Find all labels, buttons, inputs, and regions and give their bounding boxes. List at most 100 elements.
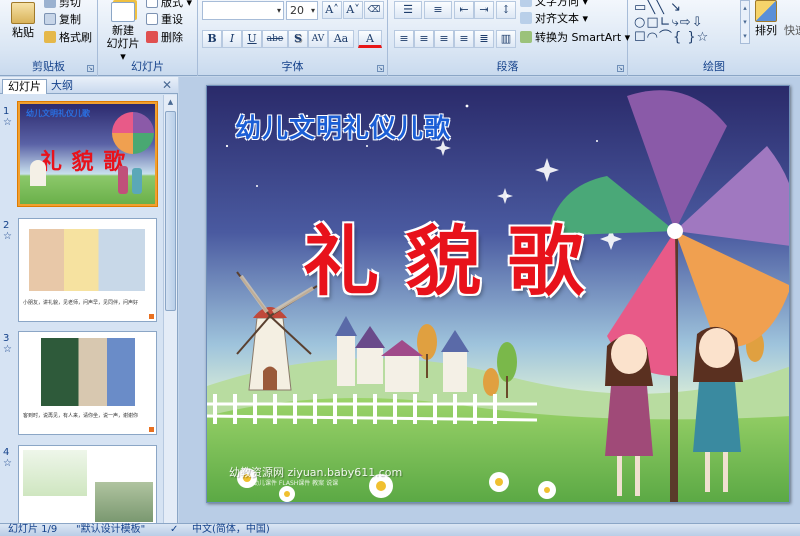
thumb-number-3-text: 3 [3, 333, 10, 344]
new-slide-icon [111, 2, 135, 22]
distribute-button[interactable]: ≣ [474, 30, 494, 48]
thumbnail-scrollbar[interactable]: ▲ [163, 95, 177, 523]
chevron-down-icon: ▾ [310, 6, 315, 15]
new-slide-button[interactable]: 新建 幻灯片 ▾ [102, 2, 144, 63]
font-size-value: 20 [290, 4, 304, 17]
font-color-button[interactable]: A [358, 30, 382, 48]
align-center-button[interactable]: ≡ [414, 30, 434, 48]
status-language[interactable]: 中文(简体，中国) [192, 524, 270, 536]
status-bar: 幻灯片 1/9 "默认设计模板" ✓ 中文(简体，中国) [0, 523, 800, 536]
paste-button[interactable]: 粘贴 [6, 2, 40, 39]
reset-button[interactable]: 重设 [146, 12, 183, 28]
illustration-image [23, 450, 87, 496]
change-case-button[interactable]: Aa [328, 30, 354, 48]
strikethrough-button[interactable]: abe [262, 30, 288, 48]
scroll-thumb[interactable] [165, 111, 176, 311]
font-name-combo[interactable]: ▾ [202, 1, 284, 20]
bold-button[interactable]: B [202, 30, 222, 48]
tab-outline[interactable]: 大纲 [46, 79, 78, 94]
thumb-slide-4[interactable] [18, 445, 157, 525]
quick-styles-button[interactable]: 快速 [784, 24, 800, 37]
clear-format-icon[interactable]: ⌫ [364, 1, 384, 19]
text-direction-label: 文字方向 ▾ [535, 0, 589, 8]
slides-pane: 幻灯片 大纲 ✕ 1 ☆ 幼儿文明礼仪儿歌 礼 貌 歌 2 ☆ 小朋友，讲礼貌，见老… [0, 77, 178, 525]
columns-button[interactable]: ▥ [496, 30, 516, 48]
cut-button[interactable]: 剪切 [44, 0, 81, 11]
shapes-gallery[interactable]: ▭╲╲ ↘ ○□∟⤷⇨⇩ ☐◠⌒{ }☆ [634, 0, 738, 44]
pinwheel-icon [112, 112, 154, 154]
shadow-button[interactable]: S [288, 30, 308, 48]
thumb-slide-2[interactable]: 小朋友，讲礼貌，见老师，问声早，见同伴，问声好 [18, 218, 157, 322]
char-spacing-button[interactable]: AV [308, 30, 328, 48]
current-slide[interactable]: 幼儿文明礼仪儿歌 礼 貌 歌 幼教资源网 ziyuan.baby611.com … [206, 85, 790, 503]
chevron-down-icon: ▾ [276, 6, 281, 15]
numbering-button[interactable]: ≡ [424, 1, 452, 19]
slide-subtitle[interactable]: 幼儿文明礼仪儿歌 [235, 108, 451, 145]
tab-slides[interactable]: 幻灯片 [2, 79, 47, 94]
thumb-slide-1[interactable]: 幼儿文明礼仪儿歌 礼 貌 歌 [18, 102, 157, 206]
drawing-group-label: 绘图 [703, 60, 725, 73]
shrink-font-button[interactable]: A˅ [343, 1, 363, 19]
decrease-indent-button[interactable]: ⇤ [454, 1, 474, 19]
brush-icon [44, 31, 56, 43]
font-group: ▾ 20 ▾ A˄ A˅ ⌫ B I U abe S AV Aa A 字体 ↘ [198, 0, 388, 76]
font-group-label: 字体 [281, 60, 304, 73]
italic-button[interactable]: I [222, 30, 242, 48]
clipboard-group-label: 剪贴板 [32, 60, 65, 73]
grow-font-label: A [325, 3, 334, 16]
strikethrough-label: abe [266, 34, 284, 44]
thumb-marker-icon [149, 427, 154, 432]
thumb-3-caption: 客到时，说再见，有人来，请你坐，说一声，谢谢你 [23, 413, 139, 419]
gallery-scroll[interactable]: ▴ ▾ ▾ [740, 0, 750, 44]
quick-styles-label: 快速 [784, 24, 800, 37]
slide-title[interactable]: 礼 貌 歌 [303, 222, 584, 302]
thumb-number-3: 3 ☆ [3, 333, 12, 355]
close-icon[interactable]: ✕ [162, 78, 172, 92]
bullets-button[interactable]: ☰ [394, 1, 422, 19]
thumb-number-2: 2 ☆ [3, 220, 12, 242]
copy-button[interactable]: 复制 [44, 12, 81, 28]
slides-group-label: 幻灯片 [131, 60, 164, 73]
grow-font-button[interactable]: A˄ [322, 1, 342, 19]
change-case-label: Aa [333, 32, 349, 45]
smartart-label: 转换为 SmartArt ▾ [535, 31, 631, 44]
char-spacing-label: AV [311, 34, 325, 44]
dialog-launcher-icon[interactable]: ↘ [87, 65, 94, 72]
thumb-slide-3[interactable]: 客到时，说再见，有人来，请你坐，说一声，谢谢你 [18, 331, 157, 435]
font-size-combo[interactable]: 20 ▾ [286, 1, 318, 20]
increase-indent-button[interactable]: ⇥ [474, 1, 494, 19]
paste-icon [11, 2, 35, 24]
align-right-button[interactable]: ≡ [434, 30, 454, 48]
align-left-button[interactable]: ≡ [394, 30, 414, 48]
thumb-number-1-text: 1 [3, 106, 10, 117]
photo-image [41, 338, 135, 406]
format-painter-button[interactable]: 格式刷 [44, 30, 92, 46]
thumb-number-2-text: 2 [3, 220, 10, 231]
dialog-launcher-icon[interactable]: ↘ [377, 65, 384, 72]
align-text-button[interactable]: 对齐文本 ▾ [520, 11, 588, 27]
scroll-up-icon[interactable]: ▲ [164, 95, 177, 109]
justify-button[interactable]: ≡ [454, 30, 474, 48]
layout-button[interactable]: 版式 ▾ [146, 0, 192, 11]
slide-watermark-small: 幼儿课件 FLASH课件 教案 说课 [253, 480, 339, 487]
copy-label: 复制 [59, 13, 81, 26]
dialog-launcher-icon[interactable]: ↘ [617, 65, 624, 72]
ribbon: 粘贴 剪切 复制 格式刷 剪贴板 ↘ 新建 幻灯片 ▾ 版式 ▾ 重设 删除 幻… [0, 0, 800, 76]
line-spacing-button[interactable]: ↕ [496, 1, 516, 19]
thumb-1-title: 幼儿文明礼仪儿歌 [26, 109, 90, 118]
text-direction-button[interactable]: 文字方向 ▾ [520, 0, 588, 10]
smartart-button[interactable]: 转换为 SmartArt ▾ [520, 30, 630, 46]
delete-button[interactable]: 删除 [146, 30, 183, 46]
tab-slides-label: 幻灯片 [8, 80, 41, 93]
clipboard-group: 粘贴 剪切 复制 格式刷 剪贴板 ↘ [0, 0, 98, 76]
status-theme: "默认设计模板" [76, 524, 146, 535]
shadow-label: S [294, 32, 302, 45]
arrange-button[interactable]: 排列 [754, 0, 778, 37]
shrink-font-label: A [346, 3, 355, 16]
pane-tabs: 幻灯片 大纲 ✕ [0, 77, 178, 94]
font-color-label: A [366, 32, 374, 45]
align-text-label: 对齐文本 ▾ [535, 12, 589, 25]
girl-icon [132, 168, 142, 194]
underline-button[interactable]: U [242, 30, 262, 48]
paragraph-group-label: 段落 [496, 60, 519, 73]
